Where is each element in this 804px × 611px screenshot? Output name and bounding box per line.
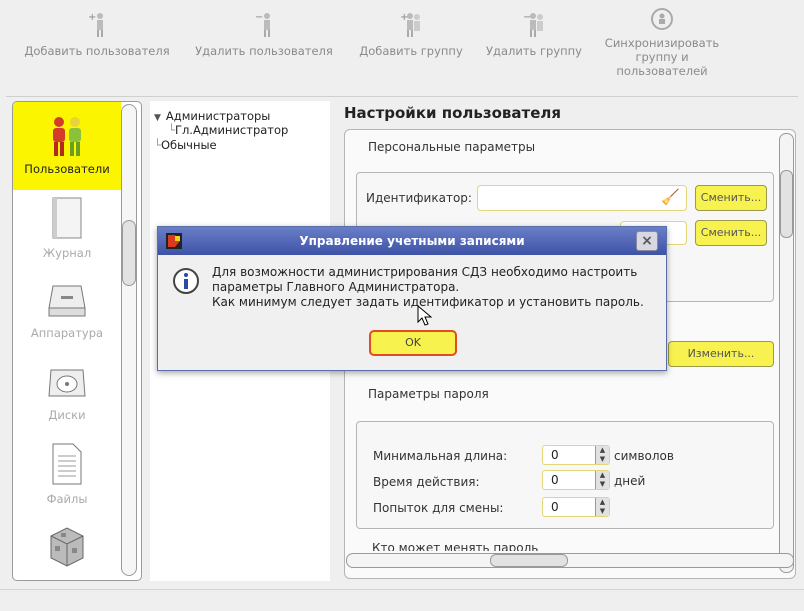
attempts-spinner[interactable]: 0 ▲ ▼ [542, 497, 610, 517]
left-nav-scrollbar[interactable] [121, 104, 137, 576]
change-password-button[interactable]: Сменить... [695, 220, 767, 246]
left-nav-scroll-thumb[interactable] [122, 220, 136, 286]
change-identifier-button[interactable]: Сменить... [695, 185, 767, 211]
min-length-value: 0 [551, 448, 559, 462]
personal-params-heading: Персональные параметры [368, 140, 536, 154]
min-length-label: Минимальная длина: [373, 449, 508, 463]
svg-text:−: − [523, 12, 531, 23]
add-user-icon: + [88, 12, 103, 37]
dialog-message-line3: Как минимум следует задать идентификатор… [212, 295, 644, 309]
tree-label-administrators: Администраторы [165, 109, 271, 123]
toolbar: + Добавить пользователя − Удалить пользо… [0, 0, 804, 96]
tree-item-regular[interactable]: └Обычные [154, 138, 217, 152]
settings-horizontal-scrollbar[interactable] [346, 553, 794, 568]
delete-user-button[interactable]: − Удалить пользователя [188, 10, 340, 58]
attempts-value: 0 [551, 500, 559, 514]
dialog-message-line1: Для возможности администрирования СДЗ не… [212, 265, 638, 279]
min-length-spinner[interactable]: 0 ▲ ▼ [542, 445, 610, 465]
dialog-message: Для возможности администрирования СДЗ не… [212, 265, 662, 310]
sync-button[interactable]: Синхронизировать группу и пользователей [600, 6, 724, 78]
edit-button[interactable]: Изменить... [668, 341, 774, 367]
dialog-title: Управление учетными записями [299, 234, 525, 248]
who-can-change-heading: Кто может менять пароль [372, 541, 539, 551]
nav-item-journal[interactable]: Журнал [13, 192, 121, 274]
delete-group-icon: − [523, 12, 543, 37]
journal-icon [52, 197, 82, 239]
add-group-icon: + [400, 12, 420, 37]
nav-label-disks: Диски [48, 408, 86, 422]
users-icon [53, 117, 81, 156]
nav-label-journal: Журнал [42, 246, 92, 260]
settings-horizontal-thumb[interactable] [490, 554, 568, 567]
tree-label-regular: Обычные [160, 138, 217, 152]
delete-group-label: Удалить группу [486, 44, 582, 58]
sync-icon [651, 8, 673, 30]
tree-connector: └ [154, 138, 161, 152]
disks-icon [48, 369, 86, 397]
dialog-message-line2: параметры Главного Администратора. [212, 280, 460, 294]
account-management-dialog: Управление учетными записями × Для возмо… [157, 226, 667, 371]
nav-label-hardware: Аппаратура [30, 326, 104, 340]
mouse-cursor-icon [417, 305, 433, 326]
dialog-titlebar[interactable]: Управление учетными записями × [158, 227, 666, 255]
tree-connector: └ [168, 123, 175, 137]
nav-item-files[interactable]: Файлы [13, 438, 121, 520]
validity-label: Время действия: [373, 475, 480, 489]
nav-item-users[interactable]: Пользователи [13, 102, 121, 190]
validity-unit: дней [614, 474, 646, 488]
cube-icon [50, 527, 84, 567]
nav-label-files: Файлы [46, 492, 88, 506]
delete-group-button[interactable]: − Удалить группу [478, 10, 590, 58]
sync-label-line2: группу и [635, 50, 689, 64]
identifier-label: Идентификатор: [366, 191, 472, 205]
add-group-label: Добавить группу [359, 44, 463, 58]
hardware-icon [48, 285, 86, 317]
sync-label-line1: Синхронизировать [604, 36, 720, 50]
delete-user-label: Удалить пользователя [195, 44, 333, 58]
svg-text:−: − [255, 12, 263, 23]
nav-item-disks[interactable]: Диски [13, 356, 121, 438]
broom-icon[interactable]: 🧹 [661, 188, 680, 206]
add-user-label: Добавить пользователя [24, 44, 170, 58]
spinner-arrows-icon[interactable]: ▲ ▼ [595, 498, 609, 516]
expand-arrow-icon[interactable]: ▼ [154, 113, 161, 123]
validity-value: 0 [551, 473, 559, 487]
svg-text:+: + [400, 12, 408, 23]
spinner-arrows-icon[interactable]: ▲ ▼ [595, 446, 609, 464]
min-length-unit: символов [614, 449, 674, 463]
dialog-close-button[interactable]: × [636, 231, 658, 251]
identifier-field[interactable]: 🧹 [477, 185, 687, 211]
ok-button[interactable]: OK [369, 330, 457, 356]
svg-text:+: + [88, 12, 96, 23]
add-user-button[interactable]: + Добавить пользователя [22, 10, 172, 58]
toolbar-separator [6, 96, 798, 97]
validity-spinner[interactable]: 0 ▲ ▼ [542, 470, 610, 490]
tree-item-administrators[interactable]: ▼ Администраторы [154, 109, 270, 123]
nav-item-modules[interactable] [13, 520, 121, 580]
settings-title: Настройки пользователя [344, 104, 561, 122]
sync-label-line3: пользователей [616, 64, 708, 78]
spinner-arrows-icon[interactable]: ▲ ▼ [595, 471, 609, 489]
info-icon [173, 268, 199, 294]
attempts-label: Попыток для смены: [373, 501, 504, 515]
files-icon [52, 443, 82, 485]
delete-user-icon: − [255, 12, 270, 37]
settings-vertical-thumb[interactable] [780, 170, 793, 238]
password-params-heading: Параметры пароля [368, 387, 489, 401]
tree-label-chief-admin: Гл.Администратор [174, 123, 289, 137]
nav-label-users: Пользователи [24, 162, 110, 176]
add-group-button[interactable]: + Добавить группу [352, 10, 470, 58]
tree-item-chief-admin[interactable]: └Гл.Администратор [168, 123, 288, 137]
nav-item-hardware[interactable]: Аппаратура [13, 274, 121, 356]
status-bar [0, 589, 804, 611]
